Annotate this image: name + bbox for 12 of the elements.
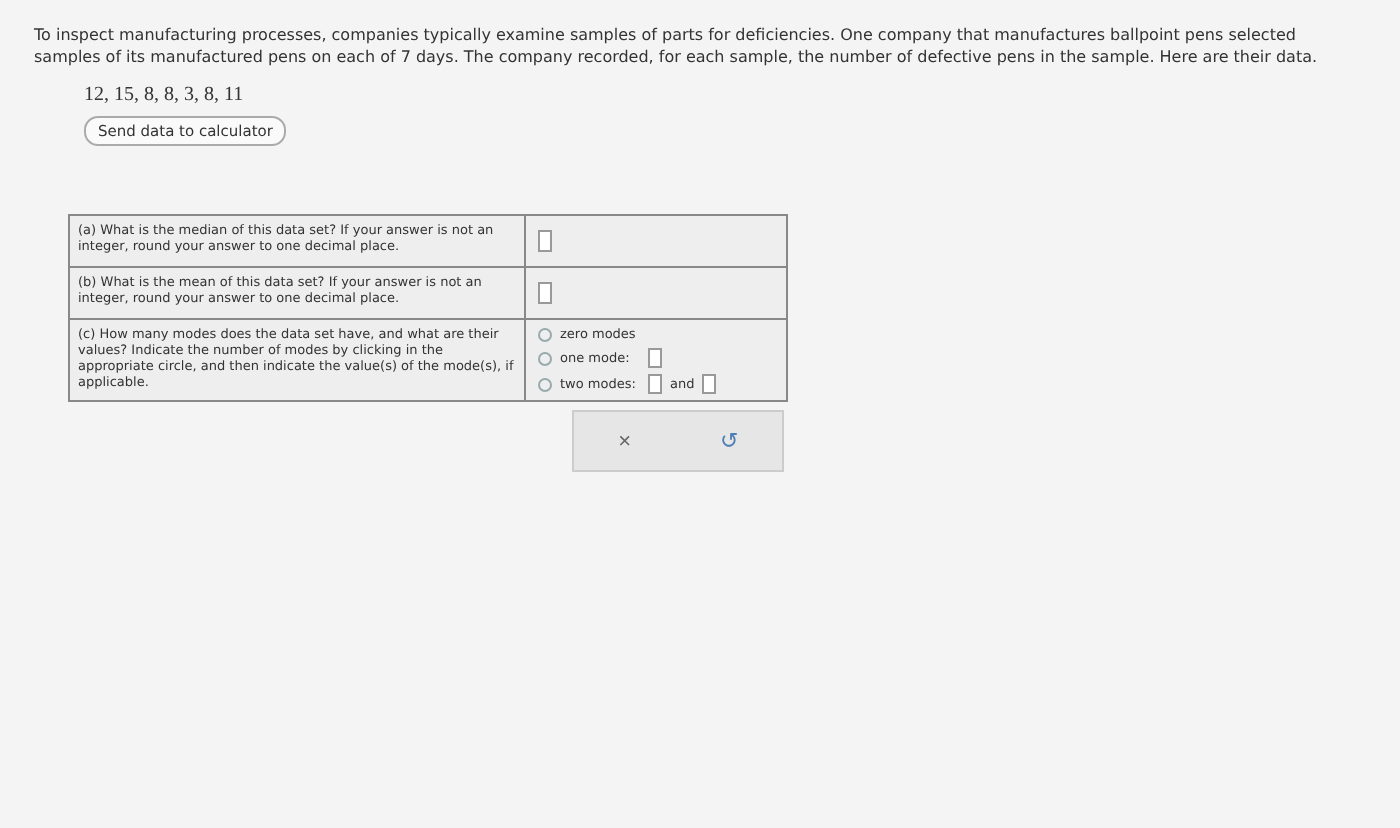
radio-button[interactable] <box>538 377 552 391</box>
answer-box[interactable] <box>648 374 662 394</box>
undo-button[interactable]: ↺ <box>707 424 750 458</box>
radio-button[interactable] <box>538 327 552 341</box>
answer-box[interactable] <box>538 282 552 304</box>
clear-button[interactable]: × <box>606 425 644 457</box>
answer-box[interactable] <box>648 348 662 368</box>
question-text: To inspect manufacturing processes, companies typically examine samples of parts for deficiencies. One company that manufactures ballpoint pens selected samples of its manufactured pens on each of 7 days. The company recorded, for each sample, the number of defective pens in the sample. Here are their data. <box>34 24 1320 68</box>
data-values: 12, 15, 8, 8, 3, 8, 11 <box>84 84 246 106</box>
radio-button[interactable] <box>538 351 552 365</box>
answer-box[interactable] <box>702 374 717 394</box>
answer-box[interactable] <box>538 230 552 252</box>
